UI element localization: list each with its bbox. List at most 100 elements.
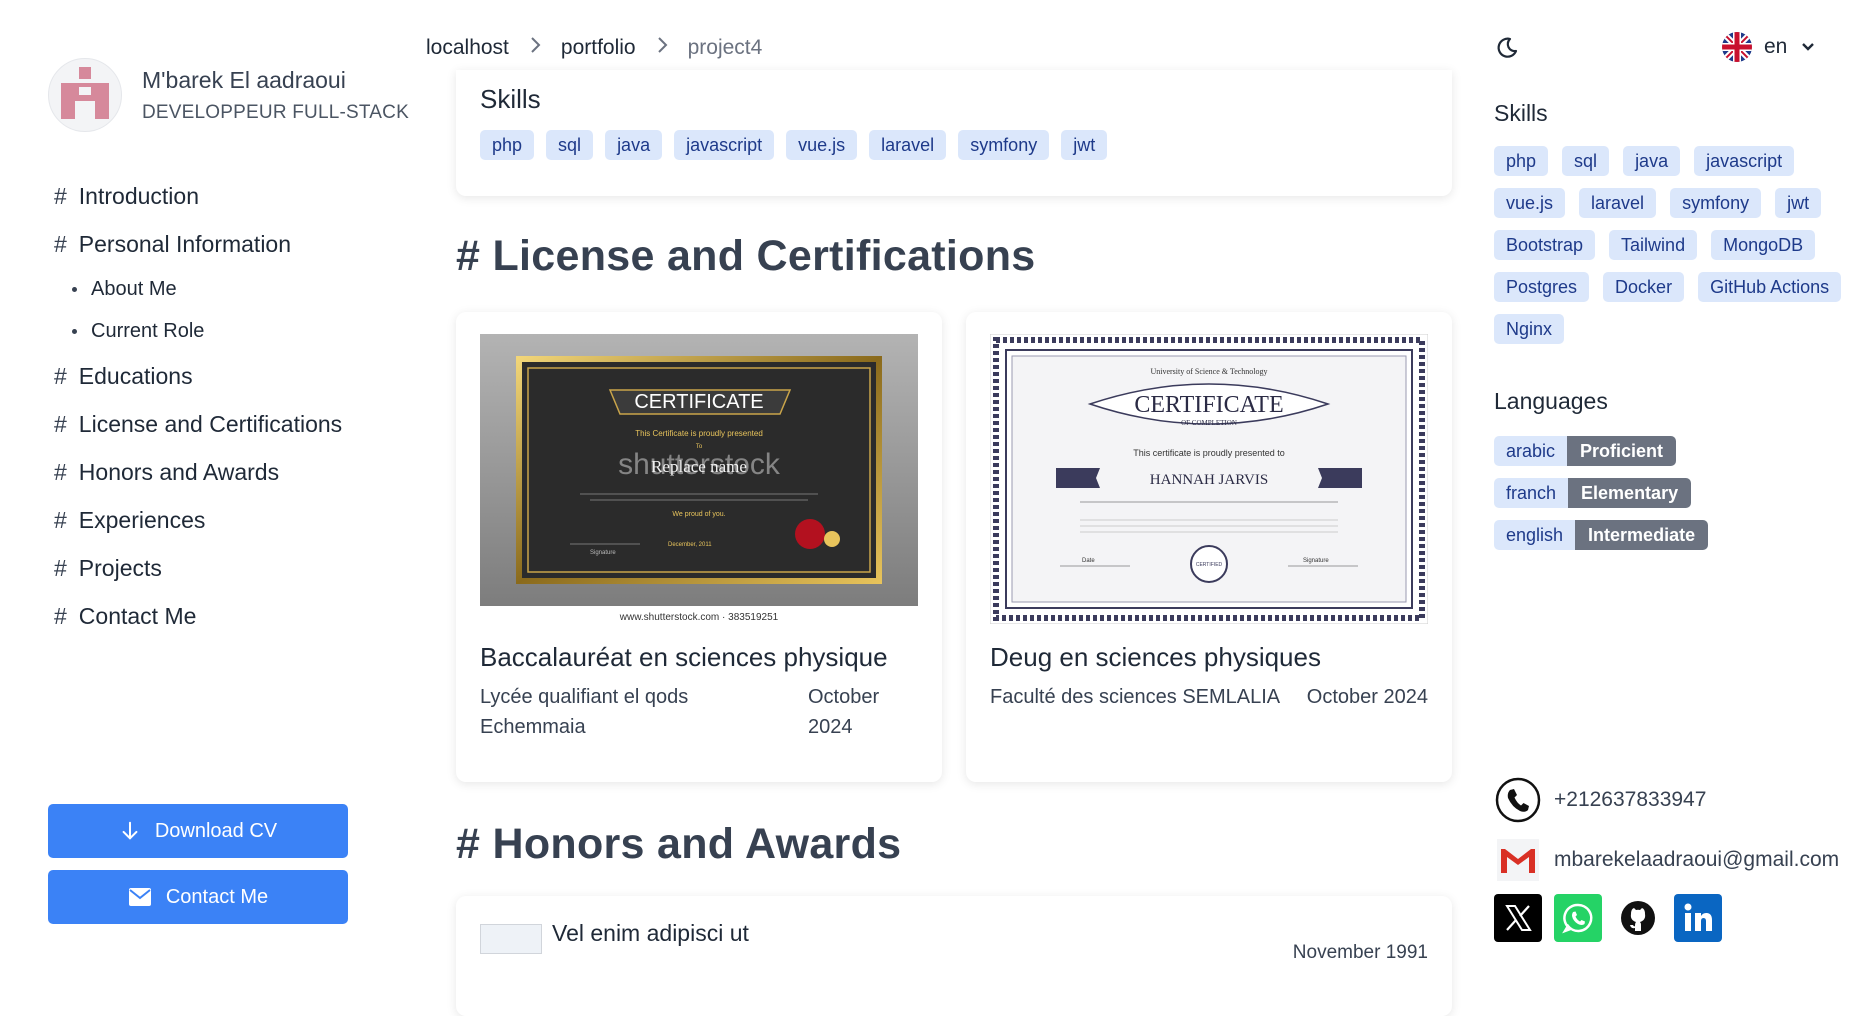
breadcrumb: localhost portfolio project4 <box>426 36 762 60</box>
whatsapp-icon[interactable] <box>1554 894 1602 942</box>
nav-item-personal-information[interactable]: # Personal Information <box>54 220 342 268</box>
skill-tag[interactable]: Docker <box>1603 272 1685 302</box>
nav-subitem-current-role[interactable]: Current Role <box>54 310 342 352</box>
skill-tag[interactable]: sql <box>546 130 594 160</box>
skill-tag[interactable]: Tailwind <box>1609 230 1698 260</box>
skill-tag[interactable]: symfony <box>958 130 1050 160</box>
language-level: Proficient <box>1567 436 1677 466</box>
download-cv-label: Download CV <box>154 819 278 842</box>
breadcrumb-project4: project4 <box>687 36 763 59</box>
sidebar: M'barek El aadraoui DEVELOPPEUR FULL-STA… <box>0 0 430 955</box>
dark-mode-toggle[interactable] <box>1495 36 1519 65</box>
profile-name: M'barek El aadraoui <box>142 66 346 93</box>
language-label: en <box>1764 35 1788 58</box>
language-item: english Intermediate <box>1494 520 1709 550</box>
skill-tag[interactable]: jwt <box>1061 130 1108 160</box>
skill-tag[interactable]: vue.js <box>786 130 858 160</box>
skill-tag[interactable]: vue.js <box>1494 188 1566 218</box>
skill-tag[interactable]: Postgres <box>1494 272 1590 302</box>
github-icon[interactable] <box>1614 894 1662 942</box>
linkedin-icon[interactable] <box>1674 894 1722 942</box>
breadcrumb-localhost[interactable]: localhost <box>426 36 509 60</box>
hash-icon: # <box>54 507 67 533</box>
certification-card[interactable]: CERTIFICATE This Certificate is proudly … <box>456 312 942 782</box>
skill-tag[interactable]: java <box>1623 146 1681 176</box>
phone-icon <box>1494 776 1542 824</box>
svg-text:Signature: Signature <box>590 550 616 556</box>
mail-icon <box>128 888 151 906</box>
svg-text:OF COMPLETION: OF COMPLETION <box>1181 419 1237 427</box>
skill-tag[interactable]: symfony <box>1670 188 1762 218</box>
certification-title: Baccalauréat en sciences physique <box>480 642 888 672</box>
email-contact[interactable]: mbarekelaadraoui@gmail.com <box>1494 836 1839 884</box>
phone-contact[interactable]: +212637833947 <box>1494 776 1706 824</box>
svg-text:www.shutterstock.com · 3835192: www.shutterstock.com · 383519251 <box>619 612 779 623</box>
profile: M'barek El aadraoui DEVELOPPEUR FULL-STA… <box>48 58 409 132</box>
nav-label: License and Certifications <box>78 411 343 437</box>
honor-card[interactable]: Vel enim adipisci ut November 1991 <box>456 896 1452 1016</box>
nav-item-educations[interactable]: # Educations <box>54 352 342 400</box>
language-name: arabic <box>1494 436 1568 466</box>
skill-tag[interactable]: Bootstrap <box>1494 230 1596 260</box>
skill-tag[interactable]: jwt <box>1775 188 1822 218</box>
nav-item-license[interactable]: # License and Certifications <box>54 400 342 448</box>
chevron-down-icon <box>1802 43 1815 51</box>
hash-icon: # <box>54 459 67 485</box>
nav-label: Honors and Awards <box>78 459 280 485</box>
skill-tag[interactable]: sql <box>1562 146 1610 176</box>
contact-me-button[interactable]: Contact Me <box>48 870 348 924</box>
breadcrumb-portfolio[interactable]: portfolio <box>561 36 636 60</box>
skill-tag[interactable]: Nginx <box>1494 314 1565 344</box>
honor-title: Vel enim adipisci ut <box>552 920 749 946</box>
download-cv-button[interactable]: Download CV <box>48 804 348 858</box>
skill-tag[interactable]: php <box>480 130 535 160</box>
skill-tag[interactable]: java <box>605 130 663 160</box>
skill-tag[interactable]: javascript <box>674 130 775 160</box>
nav-item-introduction[interactable]: # Introduction <box>54 172 342 220</box>
svg-text:Signature: Signature <box>1303 558 1329 564</box>
moon-icon <box>1497 37 1518 58</box>
nav-label: Educations <box>78 363 193 389</box>
nav-subitem-about-me[interactable]: About Me <box>54 268 342 310</box>
nav-item-contact[interactable]: # Contact Me <box>54 592 342 640</box>
hash-icon: # <box>54 183 67 209</box>
svg-text:This Certificate is proudly pr: This Certificate is proudly presented <box>635 429 763 438</box>
skill-tag[interactable]: php <box>1494 146 1549 176</box>
hash-icon: # <box>54 363 67 389</box>
social-links <box>1494 894 1722 942</box>
svg-text:This certificate is proudly pr: This certificate is proudly presented to <box>1133 448 1285 458</box>
svg-text:University of Science & Techno: University of Science & Technology <box>1150 367 1267 376</box>
certification-card[interactable]: University of Science & Technology CERTI… <box>966 312 1452 782</box>
download-icon <box>122 821 138 840</box>
svg-text:We proud of you.: We proud of you. <box>672 511 725 518</box>
hash-icon: # <box>54 231 67 257</box>
skill-tag[interactable]: laravel <box>869 130 947 160</box>
skill-tag[interactable]: laravel <box>1579 188 1657 218</box>
svg-text:Date: Date <box>1082 558 1095 564</box>
honor-thumbnail <box>480 924 542 954</box>
sidebar-nav: # Introduction # Personal Information Abou… <box>54 172 342 640</box>
nav-item-experiences[interactable]: # Experiences <box>54 496 342 544</box>
certification-school: Lycée qualifiant el qods Echemmaia <box>480 686 689 738</box>
language-selector[interactable]: en <box>1722 32 1815 62</box>
chevron-right-icon <box>529 36 541 60</box>
license-heading: # License and Certifications <box>456 232 1036 280</box>
hash-icon: # <box>54 603 67 629</box>
skill-tag[interactable]: GitHub Actions <box>1698 272 1842 302</box>
right-skills-tags: php sql java javascript vue.js laravel s… <box>1494 146 1844 344</box>
nav-item-projects[interactable]: # Projects <box>54 544 342 592</box>
right-skills-title: Skills <box>1494 100 1548 126</box>
honor-date: November 1991 <box>1292 942 1428 963</box>
nav-item-honors[interactable]: # Honors and Awards <box>54 448 342 496</box>
skill-tag[interactable]: MongoDB <box>1711 230 1816 260</box>
svg-text:CERTIFICATE: CERTIFICATE <box>1134 392 1283 418</box>
avatar <box>48 58 122 132</box>
skill-tag[interactable]: javascript <box>1694 146 1795 176</box>
bullet-icon <box>72 328 77 334</box>
nav-label: Introduction <box>78 183 199 209</box>
bullet-icon <box>72 286 77 292</box>
nav-label: Experiences <box>78 507 206 533</box>
nav-label: Personal Information <box>78 231 292 257</box>
svg-text:HANNAH JARVIS: HANNAH JARVIS <box>1150 472 1268 488</box>
x-icon[interactable] <box>1494 894 1542 942</box>
